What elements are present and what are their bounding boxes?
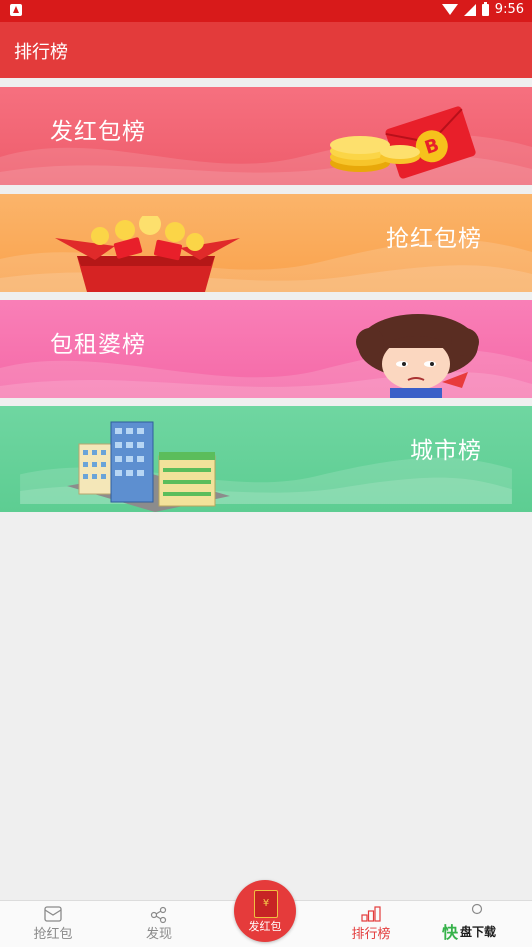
- banner-label: 城市榜: [410, 438, 482, 464]
- fab-label: 发红包: [248, 920, 282, 933]
- person-icon: [471, 903, 483, 915]
- red-envelope-icon: ¥: [254, 890, 278, 918]
- envelope-icon: [44, 906, 62, 922]
- status-bar: 9:56: [0, 0, 532, 22]
- app-bar: 排行榜: [0, 22, 532, 78]
- tab-label: 排行榜: [351, 927, 391, 942]
- banner-landlady-rank[interactable]: 包租婆榜: [0, 300, 532, 398]
- battery-icon: [481, 1, 489, 16]
- status-icons: 9:56: [441, 1, 524, 17]
- watermark-brand: 快: [442, 923, 459, 942]
- wifi-icon: [441, 4, 458, 15]
- page-title: 排行榜: [14, 42, 68, 63]
- share-icon: [150, 906, 167, 924]
- landlady-cartoon-icon: [356, 314, 479, 398]
- banner-label: 包租婆榜: [50, 332, 146, 358]
- banner-send-red-packet-rank[interactable]: 发红包榜 B: [0, 87, 532, 185]
- notification-icon: [10, 4, 22, 16]
- banner-grab-red-packet-rank[interactable]: 抢红包榜: [0, 194, 532, 292]
- banner-label: 抢红包榜: [386, 226, 482, 252]
- watermark-logo: 快 盘下载: [442, 918, 530, 944]
- send-red-packet-button[interactable]: ¥ 发红包: [234, 880, 296, 942]
- tab-rankings[interactable]: 排行榜: [318, 901, 424, 947]
- tab-label: 抢红包: [33, 927, 73, 942]
- status-time: 9:56: [494, 2, 524, 17]
- tab-discover[interactable]: 发现: [106, 901, 212, 947]
- tab-label: 发现: [145, 927, 172, 942]
- coins-red-envelope-icon: B: [330, 106, 476, 179]
- bar-chart-icon: [361, 906, 381, 922]
- banner-label: 发红包榜: [50, 119, 146, 145]
- tab-grab-red-packet[interactable]: 抢红包: [0, 901, 106, 947]
- red-envelope-basket-icon: [55, 216, 240, 292]
- watermark-text: 盘下载: [460, 924, 497, 939]
- city-buildings-icon: [67, 421, 230, 512]
- signal-icon: [463, 3, 476, 16]
- banner-city-rank[interactable]: 城市榜: [0, 406, 532, 512]
